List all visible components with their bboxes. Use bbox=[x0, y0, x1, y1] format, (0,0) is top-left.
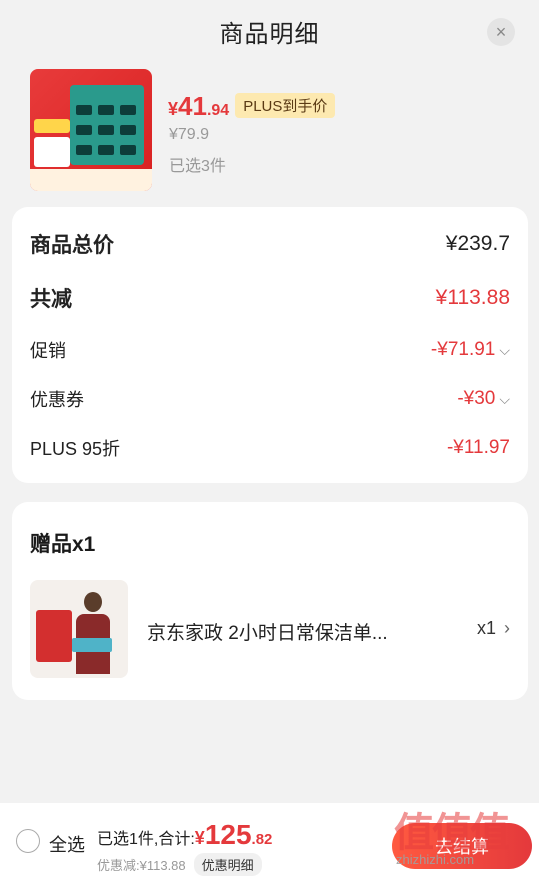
total-line: 已选1件,合计: ¥ 125 .82 bbox=[97, 819, 272, 851]
summary-label: 优惠券 bbox=[30, 390, 84, 410]
gift-quantity[interactable]: x1 › bbox=[477, 618, 510, 639]
price-summary-card: 商品总价 ¥239.7 共减 ¥113.88 促销 -¥71.91 ⌵ 优惠券 … bbox=[12, 207, 528, 483]
product-price: ¥ 41 .94 PLUS到手价 bbox=[168, 91, 336, 122]
select-all-radio[interactable] bbox=[16, 829, 40, 853]
summary-value: ¥113.88 bbox=[435, 286, 510, 309]
price-integer: 41 bbox=[178, 91, 207, 121]
bottom-bar: 全选 已选1件,合计: ¥ 125 .82 优惠减:¥113.88 优惠明细 去… bbox=[0, 803, 539, 879]
gift-title: 赠品x1 bbox=[30, 533, 96, 556]
product-image bbox=[30, 69, 152, 191]
summary-row-total: 商品总价 ¥239.7 bbox=[30, 229, 510, 259]
chevron-right-icon: › bbox=[504, 618, 510, 638]
discount-detail-button[interactable]: 优惠明细 bbox=[193, 853, 262, 876]
summary-value: ¥239.7 bbox=[445, 232, 510, 255]
total-integer: 125 bbox=[204, 819, 252, 850]
close-icon[interactable]: × bbox=[487, 18, 515, 46]
discount-line: 优惠减:¥113.88 优惠明细 bbox=[97, 853, 262, 876]
summary-row-promotion[interactable]: 促销 -¥71.91 ⌵ bbox=[30, 337, 510, 363]
summary-value: -¥11.97 bbox=[446, 437, 510, 458]
summary-value-wrap: -¥30 ⌵ bbox=[457, 388, 510, 410]
select-all-label[interactable]: 全选 bbox=[49, 831, 85, 857]
gift-quantity-value: x1 bbox=[476, 618, 496, 638]
summary-value: -¥30 bbox=[457, 388, 496, 409]
price-symbol: ¥ bbox=[168, 99, 179, 119]
total-label: 已选1件,合计: bbox=[97, 831, 195, 848]
summary-label: PLUS 95折 bbox=[30, 439, 121, 459]
summary-label: 促销 bbox=[30, 341, 66, 361]
chevron-down-icon: ⌵ bbox=[499, 341, 510, 358]
plus-price-badge: PLUS到手价 bbox=[235, 93, 336, 118]
price-decimal: .94 bbox=[206, 102, 230, 119]
gift-card: 赠品x1 京东家政 2小时日常保洁单... x1 › bbox=[12, 502, 528, 700]
page-title: 商品明细 bbox=[219, 20, 320, 48]
summary-label: 共减 bbox=[30, 288, 72, 311]
summary-value-wrap: -¥71.91 ⌵ bbox=[431, 339, 510, 361]
chevron-down-icon: ⌵ bbox=[499, 390, 510, 407]
gift-item-name[interactable]: 京东家政 2小时日常保洁单... bbox=[147, 618, 417, 645]
checkout-button[interactable]: 去结算 bbox=[392, 823, 532, 869]
gift-image bbox=[30, 580, 128, 678]
summary-row-plus-discount: PLUS 95折 -¥11.97 bbox=[30, 435, 510, 461]
product-summary: ¥ 41 .94 PLUS到手价 ¥79.9 已选3件 bbox=[30, 69, 510, 193]
total-symbol: ¥ bbox=[194, 828, 205, 848]
summary-row-coupon[interactable]: 优惠券 -¥30 ⌵ bbox=[30, 386, 510, 412]
discount-text: 优惠减:¥113.88 bbox=[97, 858, 186, 873]
summary-label: 商品总价 bbox=[30, 234, 114, 257]
summary-value: -¥71.91 bbox=[430, 339, 496, 360]
selected-count: 已选3件 bbox=[169, 158, 226, 175]
original-price: ¥79.9 bbox=[169, 126, 210, 143]
total-decimal: .82 bbox=[251, 831, 273, 848]
header: 商品明细 × bbox=[0, 0, 539, 62]
summary-row-reduction: 共减 ¥113.88 bbox=[30, 283, 510, 313]
